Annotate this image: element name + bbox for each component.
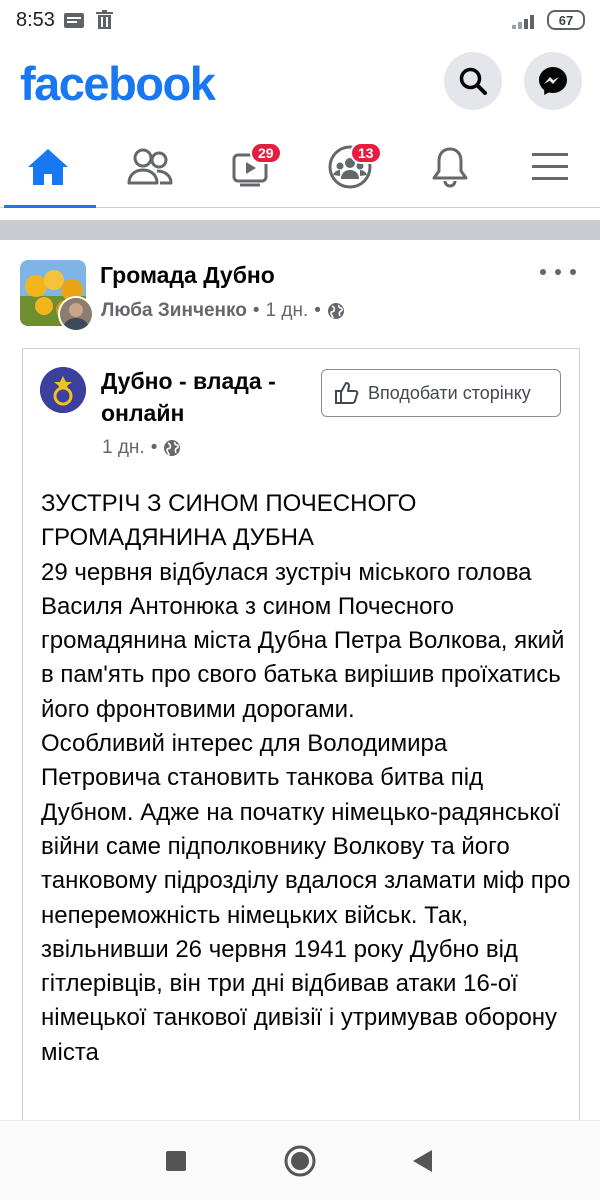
group-name[interactable]: Громада Дубно	[100, 262, 275, 289]
back-triangle-icon	[413, 1150, 432, 1172]
page-name[interactable]: Дубно - влада - онлайн	[101, 365, 311, 429]
like-page-label: Вподобати сторінку	[368, 382, 531, 403]
message-notification-icon	[64, 13, 84, 28]
author-name[interactable]: Люба Зинченко	[101, 300, 247, 322]
battery-level: 67	[558, 12, 574, 28]
post-headline: ЗУСТРІЧ З СИНОМ ПОЧЕСНОГО ГРОМАДЯНИНА ДУ…	[41, 490, 417, 552]
square-icon	[166, 1151, 186, 1171]
more-dot-icon	[570, 269, 576, 275]
bell-icon	[432, 147, 468, 188]
page-meta: 1 дн. •	[102, 437, 181, 459]
globe-icon	[327, 303, 344, 319]
tab-home[interactable]	[0, 128, 96, 208]
recents-button[interactable]	[158, 1143, 194, 1179]
status-bar: 8:53 67	[0, 0, 600, 42]
messenger-button[interactable]	[524, 52, 582, 110]
messenger-icon	[539, 67, 567, 95]
page-avatar[interactable]	[40, 367, 86, 413]
trash-notification-icon	[96, 10, 113, 29]
tab-notifications[interactable]	[402, 128, 498, 206]
tab-menu[interactable]	[502, 128, 598, 206]
back-button[interactable]	[404, 1143, 440, 1179]
search-icon	[459, 67, 487, 95]
like-page-button[interactable]: Вподобати сторінку	[321, 369, 561, 417]
more-dot-icon	[540, 269, 546, 275]
circle-home-icon	[284, 1145, 316, 1177]
globe-icon	[164, 440, 181, 456]
feed-post: Громада Дубно Люба Зинченко • 1 дн. • Ду…	[0, 240, 600, 1148]
search-button[interactable]	[444, 52, 502, 110]
tab-groups[interactable]: 13	[302, 128, 398, 206]
tab-watch[interactable]: 29	[202, 128, 298, 206]
post-paragraph: Особливий інтерес для Володимира Петрови…	[41, 730, 571, 1066]
more-dot-icon	[555, 269, 561, 275]
thumbs-up-icon	[335, 382, 359, 404]
tab-friends[interactable]	[102, 128, 198, 206]
status-time: 8:53	[16, 9, 55, 31]
meta-dot: •	[252, 300, 260, 321]
signal-icon	[512, 15, 534, 29]
meta-dot: •	[314, 300, 321, 321]
home-button[interactable]	[282, 1143, 318, 1179]
groups-badge: 13	[350, 142, 382, 164]
post-meta: Люба Зинченко • 1 дн. •	[101, 300, 345, 322]
battery-icon: 67	[547, 10, 585, 30]
author-avatar-image	[60, 298, 92, 330]
post-text: ЗУСТРІЧ З СИНОМ ПОЧЕСНОГО ГРОМАДЯНИНА ДУ…	[41, 487, 571, 1070]
meta-dot: •	[150, 437, 158, 458]
city-emblem-icon	[40, 367, 86, 413]
post-paragraph: 29 червня відбулася зустріч міського гол…	[41, 558, 565, 723]
menu-icon	[532, 153, 568, 180]
author-avatar[interactable]	[58, 296, 94, 332]
system-nav-bar	[0, 1120, 600, 1200]
feed-separator	[0, 220, 600, 240]
post-time[interactable]: 1 дн.	[266, 300, 309, 322]
home-icon	[28, 149, 68, 185]
watch-badge: 29	[250, 142, 282, 164]
shared-post-card[interactable]: Дубно - влада - онлайн Вподобати сторінк…	[22, 348, 580, 1148]
facebook-logo[interactable]: facebook	[20, 56, 216, 111]
main-nav: 29 13	[0, 128, 600, 208]
post-more-button[interactable]	[540, 262, 576, 282]
friends-icon	[127, 148, 173, 185]
shared-post-time[interactable]: 1 дн.	[102, 437, 145, 459]
